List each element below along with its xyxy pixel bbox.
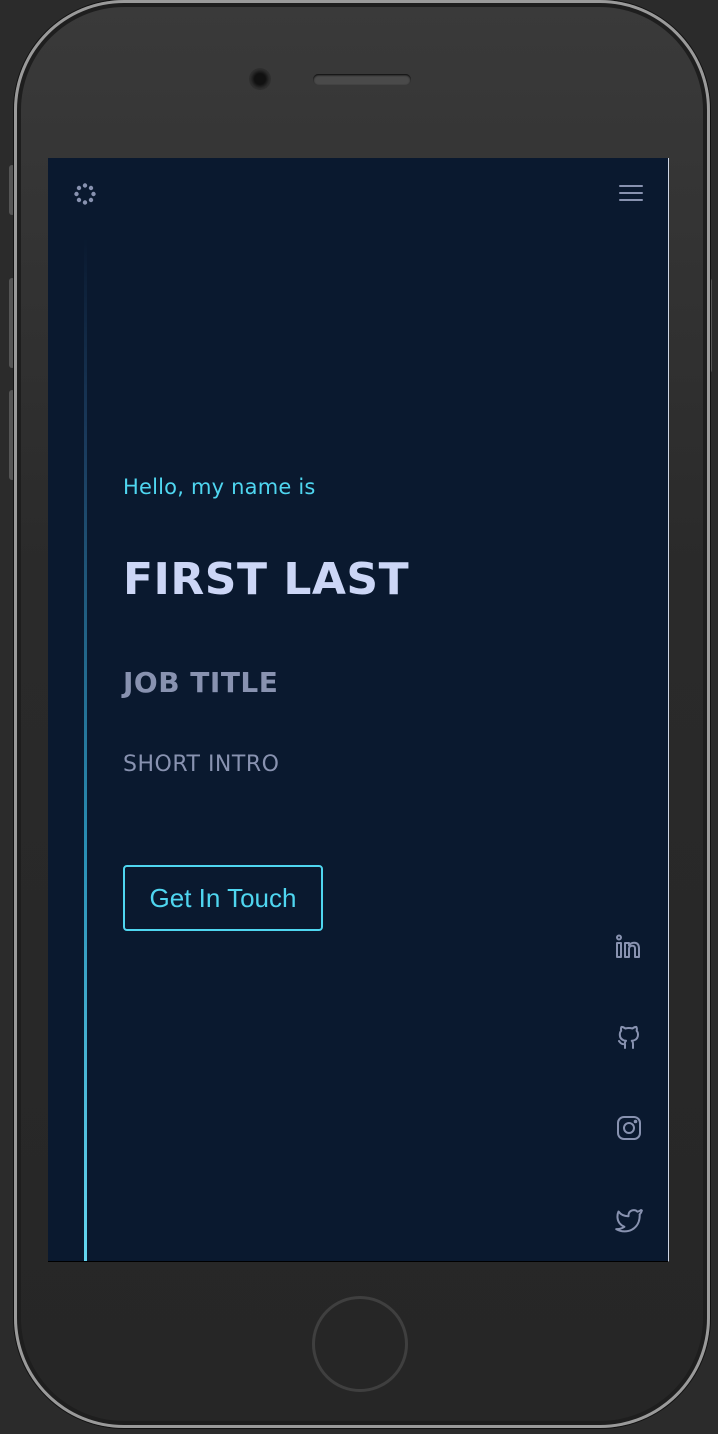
stage: Hello, my name is FIRST LAST JOB TITLE S…	[0, 0, 718, 1434]
logo-icon[interactable]	[74, 183, 96, 205]
hamburger-menu-icon[interactable]	[619, 185, 643, 205]
short-intro: SHORT INTRO	[123, 752, 280, 777]
home-button	[312, 1296, 408, 1392]
job-title: JOB TITLE	[123, 666, 279, 699]
front-camera	[249, 68, 271, 90]
screen: Hello, my name is FIRST LAST JOB TITLE S…	[48, 158, 669, 1262]
linkedin-icon[interactable]	[614, 932, 646, 964]
accent-line	[84, 238, 87, 1261]
earpiece-speaker	[313, 74, 411, 85]
instagram-icon[interactable]	[614, 1113, 646, 1145]
greeting-text: Hello, my name is	[123, 475, 316, 499]
get-in-touch-button[interactable]: Get In Touch	[123, 865, 323, 931]
github-icon[interactable]	[614, 1022, 646, 1054]
hero-name: FIRST LAST	[123, 554, 410, 605]
twitter-icon[interactable]	[614, 1204, 646, 1236]
